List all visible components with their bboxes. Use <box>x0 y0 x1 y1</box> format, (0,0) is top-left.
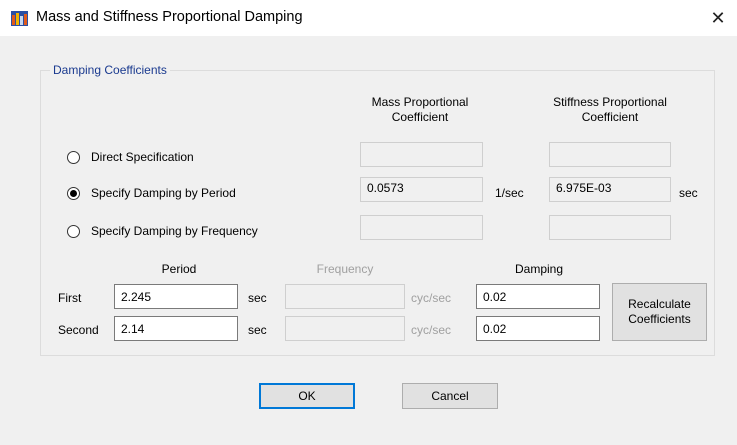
second-frequency-input <box>285 316 405 341</box>
mass-coefficient-header: Mass Proportional Coefficient <box>371 95 469 124</box>
period-header: Period <box>161 262 197 276</box>
title-bar: Mass and Stiffness Proportional Damping … <box>0 0 737 36</box>
app-logo-icon <box>11 11 28 26</box>
stiffness-coefficient-unit: sec <box>679 186 698 200</box>
first-period-unit: sec <box>248 291 267 305</box>
mass-coefficient-unit: 1/sec <box>495 186 524 200</box>
first-damping-input[interactable] <box>476 284 600 309</box>
option-label: Specify Damping by Frequency <box>91 224 258 238</box>
second-frequency-unit: cyc/sec <box>411 323 452 337</box>
mass-coefficient-field-frequency <box>360 215 483 240</box>
group-legend: Damping Coefficients <box>50 63 170 77</box>
frequency-header: Frequency <box>316 262 374 276</box>
mass-coefficient-field-direct <box>360 142 483 167</box>
second-period-input[interactable] <box>114 316 238 341</box>
recalculate-coefficients-button[interactable]: Recalculate Coefficients <box>612 283 707 341</box>
damping-header: Damping <box>514 262 564 276</box>
option-direct-specification[interactable]: Direct Specification <box>67 150 194 164</box>
second-damping-input[interactable] <box>476 316 600 341</box>
stiffness-coefficient-header: Stiffness Proportional Coefficient <box>553 95 667 124</box>
cancel-button[interactable]: Cancel <box>402 383 498 409</box>
mass-coefficient-field-period: 0.0573 <box>360 177 483 202</box>
stiffness-coefficient-field-period: 6.975E-03 <box>549 177 671 202</box>
window-title: Mass and Stiffness Proportional Damping <box>36 9 303 25</box>
ok-button[interactable]: OK <box>259 383 355 409</box>
dialog-window: Mass and Stiffness Proportional Damping … <box>0 0 737 445</box>
stiffness-coefficient-field-frequency <box>549 215 671 240</box>
radio-button[interactable] <box>67 224 80 238</box>
first-frequency-input <box>285 284 405 309</box>
row-label-second: Second <box>58 323 99 337</box>
option-label: Specify Damping by Period <box>91 186 236 200</box>
radio-button-selected[interactable] <box>67 186 80 200</box>
first-frequency-unit: cyc/sec <box>411 291 452 305</box>
option-specify-by-period[interactable]: Specify Damping by Period <box>67 186 236 200</box>
stiffness-coefficient-field-direct <box>549 142 671 167</box>
close-icon[interactable]: ✕ <box>705 5 731 31</box>
first-period-input[interactable] <box>114 284 238 309</box>
option-specify-by-frequency[interactable]: Specify Damping by Frequency <box>67 224 258 238</box>
radio-button[interactable] <box>67 150 80 164</box>
row-label-first: First <box>58 291 82 305</box>
second-period-unit: sec <box>248 323 267 337</box>
option-label: Direct Specification <box>91 150 194 164</box>
